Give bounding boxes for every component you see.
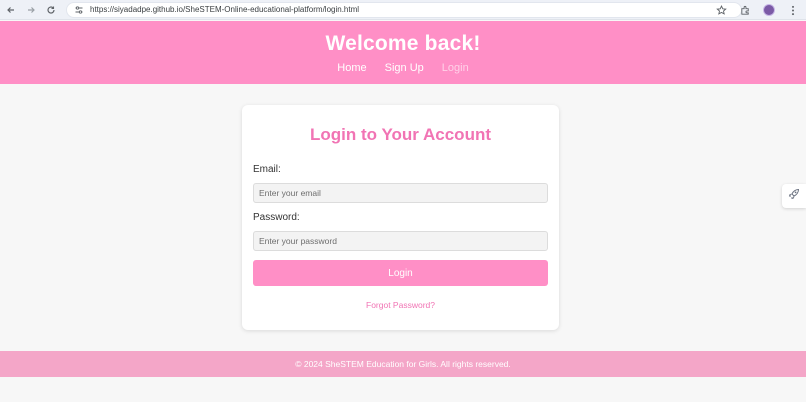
email-label: Email: [253,164,281,175]
reload-icon[interactable] [42,1,60,19]
back-arrow-icon[interactable] [2,1,20,19]
browser-actions [714,1,800,19]
copyright-text: © 2024 SheSTEM Education for Girls. All … [295,359,511,369]
forward-arrow-icon[interactable] [22,1,40,19]
site-header: Welcome back! Home Sign Up Login [0,21,806,84]
password-label: Password: [253,212,300,223]
extensions-icon[interactable] [738,3,752,17]
login-card-title: Login to Your Account [310,125,491,144]
url-text: https://siyadadpe.github.io/SheSTEM-Onli… [90,5,360,14]
email-field[interactable] [253,183,548,203]
password-field[interactable] [253,231,548,251]
nav-login-link[interactable]: Login [442,61,469,75]
login-button[interactable]: Login [253,260,548,286]
side-widget-button[interactable] [782,184,806,208]
main-nav: Home Sign Up Login [0,61,806,75]
login-card: Login to Your Account Email: Password: L… [242,105,559,330]
forgot-password-link[interactable]: Forgot Password? [242,300,559,310]
site-info-icon[interactable] [73,4,85,16]
rocket-icon [788,187,800,205]
site-footer: © 2024 SheSTEM Education for Girls. All … [0,351,806,377]
browser-toolbar: https://siyadadpe.github.io/SheSTEM-Onli… [0,0,806,20]
nav-home-link[interactable]: Home [337,61,366,75]
main-content: Login to Your Account Email: Password: L… [0,84,806,351]
page-bottom-space [0,377,806,402]
profile-avatar[interactable] [762,3,776,17]
more-menu-icon[interactable] [786,3,800,17]
page-title: Welcome back! [325,32,481,55]
star-icon[interactable] [714,3,728,17]
nav-signup-link[interactable]: Sign Up [385,61,424,75]
address-bar[interactable]: https://siyadadpe.github.io/SheSTEM-Onli… [66,1,742,18]
